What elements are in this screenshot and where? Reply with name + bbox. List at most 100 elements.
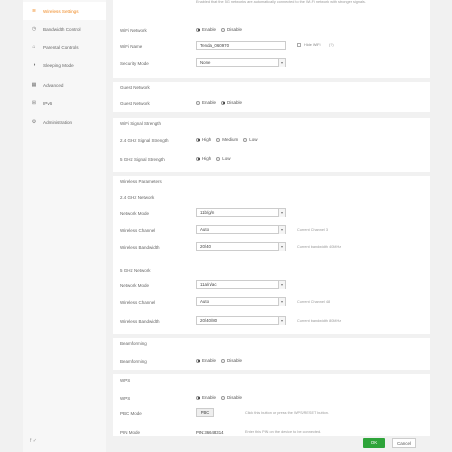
wps-disable[interactable]: Disable (221, 395, 242, 400)
wps-radio: Enable Disable (196, 395, 247, 400)
pbc-hint: Click this button or press the WPS/RESET… (245, 411, 329, 415)
pin-mode-label: PIN Mode (120, 430, 141, 435)
sidebar-item-label: IPv6 (43, 100, 53, 106)
select-value: None (200, 60, 211, 65)
g24-network-title: 2.4 GHz Network (120, 195, 155, 200)
gear-icon: ⚙ (31, 119, 37, 125)
g24-low[interactable]: Low (243, 137, 258, 142)
cancel-button[interactable]: Cancel (392, 438, 416, 448)
hide-wifi-label: Hide WiFi (304, 43, 321, 47)
sidebar-item-administration[interactable]: ⚙ Administration (23, 113, 106, 131)
guest-network-card: Guest Network Guest Network Enable Disab… (113, 82, 430, 112)
ok-button[interactable]: OK (363, 438, 385, 448)
option-label: Low (222, 156, 231, 161)
guest-disable[interactable]: Disable (221, 100, 242, 105)
g5-network-title: 5 GHz Network (120, 268, 151, 273)
footer-social-icons[interactable]: f ✓ (30, 438, 37, 444)
chevron-down-icon: ▾ (278, 59, 285, 67)
pbc-button[interactable]: PBC (196, 408, 214, 417)
sidebar-item-label: Wireless Settings (43, 8, 79, 14)
sidebar-item-bandwidth-control[interactable]: ◷ Bandwidth Control (23, 20, 106, 38)
g5-mode-select[interactable]: 11a/n/ac ▾ (196, 280, 286, 289)
help-icon[interactable]: (?) (329, 43, 334, 47)
chevron-down-icon: ▾ (278, 317, 285, 325)
sidebar-item-ipv6[interactable]: ⊞ IPv6 (23, 94, 106, 112)
pin-hint: Enter this PIN on the device to be conne… (245, 430, 322, 434)
option-label: Enable (202, 395, 217, 400)
action-bar: OK Cancel (113, 436, 430, 452)
option-label: Medium (222, 137, 239, 142)
sidebar-item-label: Administration (43, 119, 73, 125)
sidebar-item-label: Bandwidth Control (43, 26, 81, 32)
g24-bandwidth-select[interactable]: 20/40 ▾ (196, 242, 286, 251)
top-note: Enabled that the 5G networks are automat… (196, 0, 366, 4)
radio-off-icon (221, 395, 226, 400)
g5-signal-label: 5 GHz Signal Strength (120, 157, 165, 162)
beamforming-enable[interactable]: Enable (196, 358, 216, 363)
sidebar-item-parental-controls[interactable]: ⌂ Parental Controls (23, 38, 106, 56)
option-label: Low (249, 137, 258, 142)
wifi-card: Enabled that the 5G networks are automat… (113, 0, 430, 78)
option-label: Disable (227, 358, 243, 363)
security-mode-label: Security Mode (120, 61, 149, 66)
grid-icon: ▦ (31, 82, 37, 88)
guest-enable[interactable]: Enable (196, 100, 216, 105)
wifi-network-label: WiFi Network (120, 28, 147, 33)
chevron-down-icon: ▾ (278, 209, 285, 217)
option-label: High (202, 137, 212, 142)
radio-on-icon (196, 358, 200, 363)
select-value: Auto (200, 299, 210, 304)
select-value: 11b/g/n (200, 210, 215, 215)
select-value: 20/40 (200, 244, 211, 249)
sidebar-item-wireless-settings[interactable]: ≋ Wireless Settings (23, 2, 106, 20)
main-content: Enabled that the 5G networks are automat… (113, 0, 430, 452)
wifi-network-radio: Enable Disable (196, 27, 247, 32)
g5-low[interactable]: Low (216, 156, 231, 161)
guest-network-title: Guest Network (120, 85, 150, 90)
radio-on-icon (196, 137, 200, 142)
sidebar-item-advanced[interactable]: ▦ Advanced (23, 76, 106, 94)
g24-high[interactable]: High (196, 137, 211, 142)
g5-bandwidth-select[interactable]: 20/40/80 ▾ (196, 316, 286, 325)
sidebar-item-label: Sleeping Mode (43, 62, 74, 68)
wifi-network-disable[interactable]: Disable (221, 27, 242, 32)
beamforming-radio: Enable Disable (196, 358, 247, 363)
wps-label: WPS (120, 396, 131, 401)
option-label: Disable (227, 100, 243, 105)
select-value: Auto (200, 227, 210, 232)
sidebar-item-sleeping-mode[interactable]: ◑ Sleeping Mode (23, 56, 106, 74)
beamforming-disable[interactable]: Disable (221, 358, 242, 363)
wifi-icon: ≋ (31, 8, 37, 14)
pbc-mode-label: PBC Mode (120, 411, 142, 416)
wifi-name-input[interactable]: Tenda_060970 (196, 41, 286, 50)
beamforming-title: Beamforming (120, 341, 147, 346)
wifi-network-enable[interactable]: Enable (196, 27, 216, 32)
pin-value: PIN:36648314 (196, 430, 224, 435)
g5-mode-label: Network Mode (120, 283, 150, 288)
wireless-parameters-title: Wireless Parameters (120, 179, 162, 184)
select-value: 11a/n/ac (200, 282, 217, 287)
g24-signal-label: 2.4 GHz Signal Strength (120, 138, 169, 143)
signal-strength-title: WiFi Signal Strength (120, 121, 162, 126)
g24-mode-select[interactable]: 11b/g/n ▾ (196, 208, 286, 217)
option-label: Enable (202, 100, 217, 105)
guest-network-label: Guest Network (120, 101, 150, 106)
chevron-down-icon: ▾ (278, 281, 285, 289)
g24-signal-radio: High Medium Low (196, 137, 263, 142)
radio-on-icon (196, 395, 200, 400)
g5-high[interactable]: High (196, 156, 211, 161)
guest-network-radio: Enable Disable (196, 100, 247, 105)
g5-channel-select[interactable]: Auto ▾ (196, 297, 286, 306)
option-label: Enable (202, 27, 217, 32)
beamforming-card: Beamforming Beamforming Enable Disable (113, 338, 430, 370)
g24-bandwidth-label: Wireless Bandwidth (120, 245, 160, 250)
chevron-down-icon: ▾ (278, 243, 285, 251)
g24-channel-select[interactable]: Auto ▾ (196, 225, 286, 234)
network-icon: ⊞ (31, 100, 37, 106)
wps-enable[interactable]: Enable (196, 395, 216, 400)
security-mode-select[interactable]: None ▾ (196, 58, 286, 67)
hide-wifi-checkbox[interactable] (297, 43, 301, 47)
g24-medium[interactable]: Medium (216, 137, 238, 142)
signal-strength-card: WiFi Signal Strength 2.4 GHz Signal Stre… (113, 118, 430, 172)
g5-channel-hint: Current Channel 48 (297, 300, 331, 304)
